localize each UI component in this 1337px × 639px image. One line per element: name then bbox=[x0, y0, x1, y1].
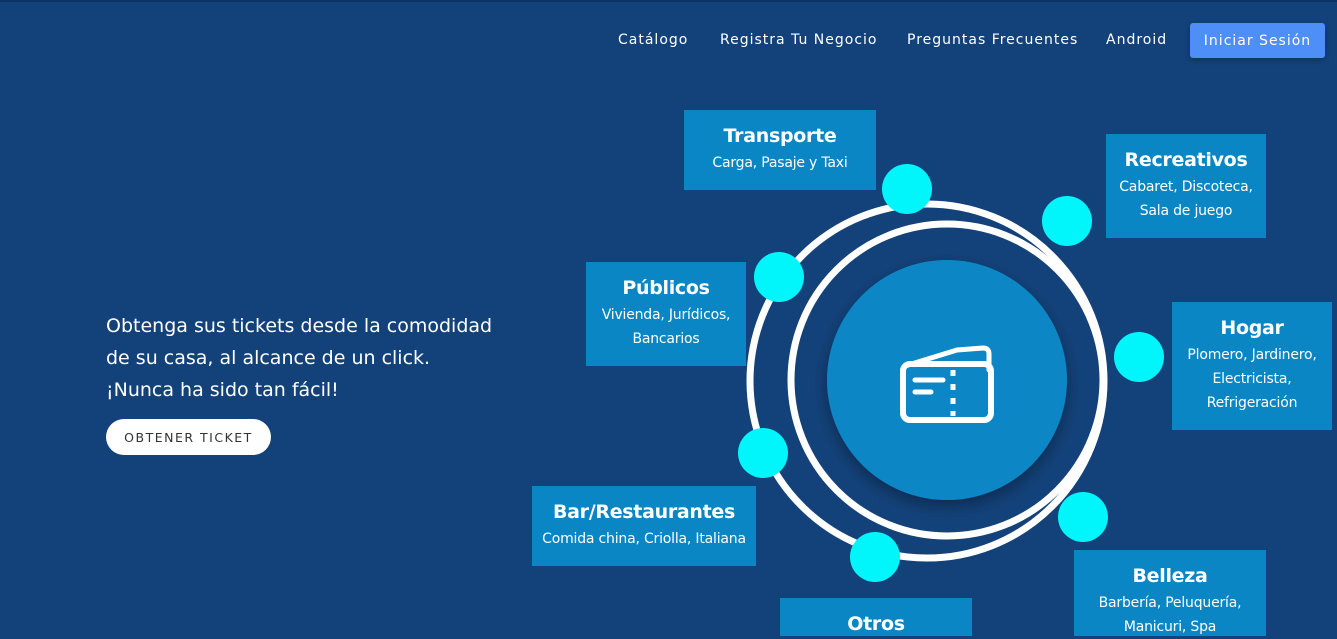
category-desc: Carga, Pasaje y Taxi bbox=[712, 155, 848, 171]
category-title: Públicos bbox=[622, 277, 710, 299]
nav-link-registra-negocio[interactable]: Registra Tu Negocio bbox=[720, 32, 878, 48]
category-desc: Plomero, Jardinero, Electricista, Refrig… bbox=[1187, 347, 1317, 411]
category-title: Hogar bbox=[1220, 317, 1284, 339]
login-button[interactable]: Iniciar Sesión bbox=[1190, 23, 1325, 58]
category-desc: Comida china, Criolla, Italiana bbox=[542, 531, 746, 547]
dot-otros[interactable] bbox=[850, 532, 900, 582]
category-desc: Vivienda, Jurídicos, Bancarios bbox=[601, 307, 731, 347]
hero-line-3: ¡Nunca ha sido tan fácil! bbox=[106, 379, 339, 401]
top-border bbox=[0, 0, 1337, 2]
dot-bar-restaurantes[interactable] bbox=[738, 428, 788, 478]
category-card-transporte[interactable]: Transporte Carga, Pasaje y Taxi bbox=[684, 110, 876, 190]
category-card-belleza[interactable]: Belleza Barbería, Peluquería, Manicuri, … bbox=[1074, 550, 1266, 636]
hero-line-2: de su casa, al alcance de un click. bbox=[106, 347, 431, 369]
category-card-recreativos[interactable]: Recreativos Cabaret, Discoteca, Sala de … bbox=[1106, 134, 1266, 238]
category-card-bar-restaurantes[interactable]: Bar/Restaurantes Comida china, Criolla, … bbox=[532, 486, 756, 566]
get-ticket-button[interactable]: OBTENER TICKET bbox=[106, 419, 271, 455]
category-title: Otros bbox=[847, 613, 905, 635]
ticket-icon bbox=[900, 345, 994, 423]
nav-link-preguntas-frecuentes[interactable]: Preguntas Frecuentes bbox=[907, 32, 1078, 48]
category-title: Belleza bbox=[1132, 565, 1208, 587]
nav-link-android[interactable]: Android bbox=[1106, 32, 1167, 48]
hero-text: Obtenga sus tickets desde la comodidad d… bbox=[106, 310, 526, 406]
dot-transporte[interactable] bbox=[882, 164, 932, 214]
dot-belleza[interactable] bbox=[1058, 492, 1108, 542]
hero-line-1: Obtenga sus tickets desde la comodidad bbox=[106, 315, 493, 337]
category-card-hogar[interactable]: Hogar Plomero, Jardinero, Electricista, … bbox=[1172, 302, 1332, 430]
nav-link-catalogo[interactable]: Catálogo bbox=[618, 32, 688, 48]
dot-hogar[interactable] bbox=[1114, 332, 1164, 382]
category-desc: Barbería, Peluquería, Manicuri, Spa bbox=[1098, 595, 1242, 635]
category-title: Recreativos bbox=[1124, 149, 1248, 171]
category-card-otros[interactable]: Otros bbox=[780, 598, 972, 636]
category-card-publicos[interactable]: Públicos Vivienda, Jurídicos, Bancarios bbox=[586, 262, 746, 366]
category-title: Transporte bbox=[723, 125, 837, 147]
dot-recreativos[interactable] bbox=[1042, 196, 1092, 246]
category-desc: Cabaret, Discoteca, Sala de juego bbox=[1119, 179, 1253, 219]
dot-publicos[interactable] bbox=[754, 252, 804, 302]
category-title: Bar/Restaurantes bbox=[552, 501, 736, 523]
